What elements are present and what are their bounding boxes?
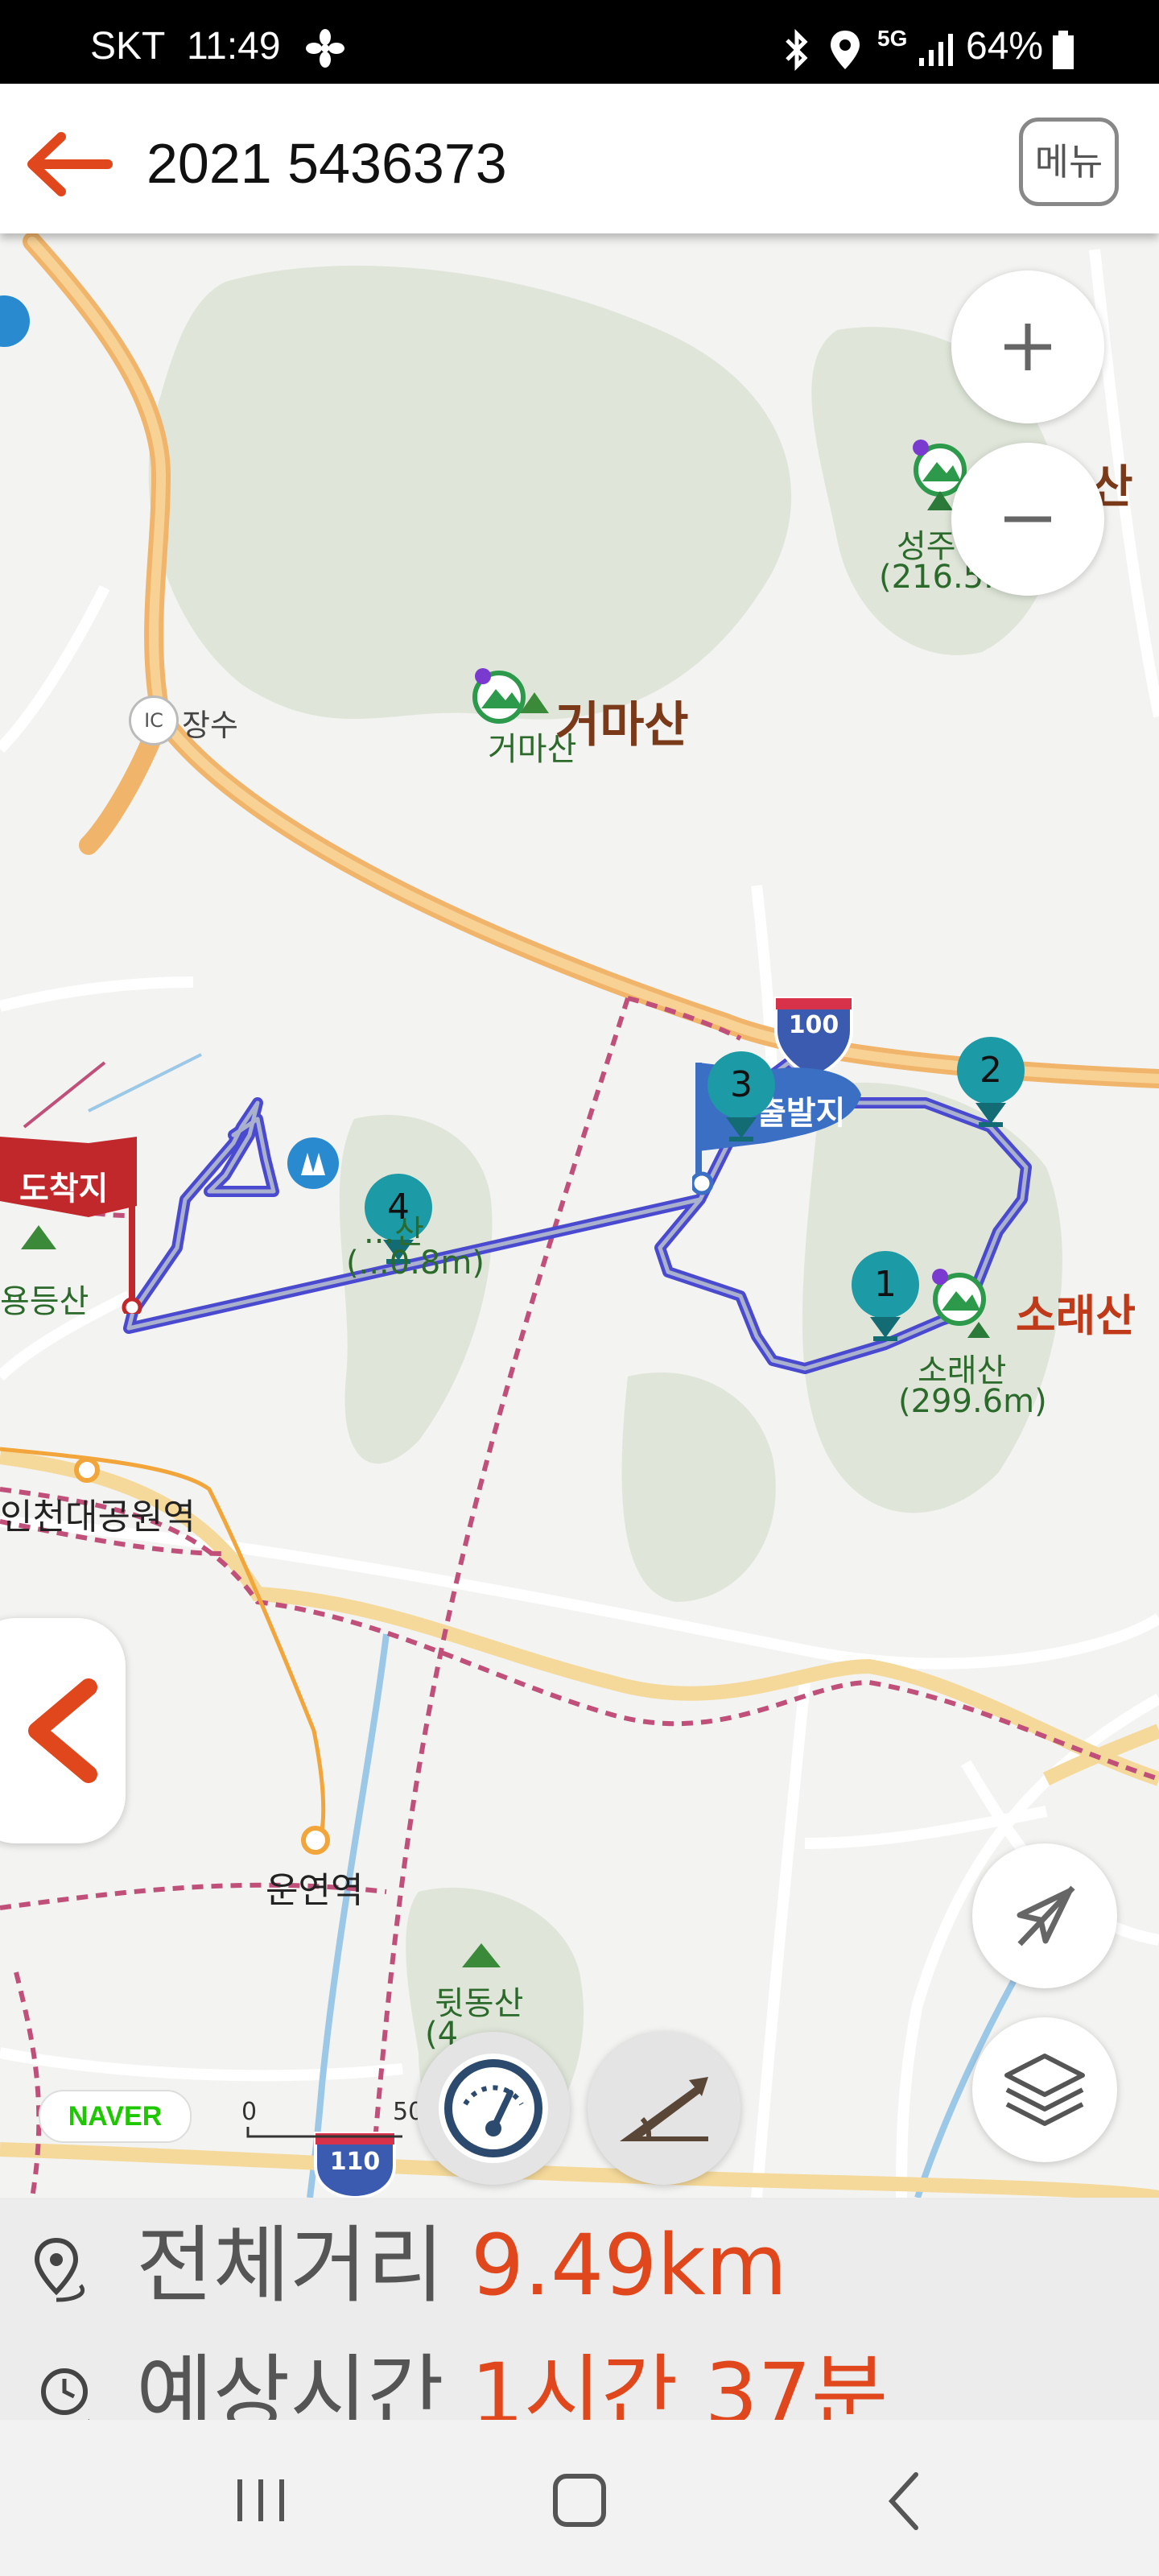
plus-icon (1004, 324, 1051, 370)
map-label-soraesan: 소래산 (1016, 1290, 1136, 1341)
zoom-in-button[interactable] (951, 270, 1104, 423)
slope-icon (620, 2077, 708, 2141)
collapse-panel-button[interactable] (0, 1618, 126, 1843)
map-label-yongdeungsan: 용등산 (0, 1283, 89, 1320)
mountain-icon (470, 668, 559, 728)
speedometer-icon (439, 2054, 548, 2163)
page-title: 2021 5436373 (146, 132, 507, 195)
map-label-station-unyeon: 운연역 (266, 1870, 364, 1911)
back-button[interactable] (21, 130, 118, 198)
map-label-peak4-height: (...0.8m) (346, 1245, 485, 1282)
map-label-soraesan-height: (299.6m) (898, 1383, 1047, 1420)
waypoint-marker-2[interactable]: 2 (955, 1035, 1027, 1132)
network-type: 5G (877, 26, 908, 51)
home-icon (553, 2474, 606, 2527)
recent-apps-icon (237, 2479, 284, 2521)
arrival-flag-label: 도착지 (19, 1170, 109, 1208)
highway-110-label: 110 (329, 2148, 381, 2176)
peak-triangle-icon (21, 1225, 56, 1253)
system-back-icon (888, 2472, 918, 2530)
mountain-icon (927, 1267, 1000, 1351)
distance-value: 9.49km (470, 2216, 787, 2314)
status-bar: SKT 11:49 5G 64% (0, 0, 1159, 84)
waypoint-marker-3[interactable]: 3 (705, 1050, 777, 1146)
carrier-label: SKT (90, 25, 166, 68)
waypoint-marker-1[interactable]: 1 (849, 1249, 922, 1346)
layers-button[interactable] (972, 2017, 1117, 2162)
minus-icon (1004, 516, 1051, 522)
battery-icon (1051, 29, 1075, 74)
forest-icon (285, 1135, 341, 1195)
naver-logo: NAVER (39, 2090, 192, 2143)
battery-percent: 64% (966, 25, 1044, 68)
layers-icon (1004, 2054, 1085, 2126)
map-label-station-incheon: 인천대공원역 (0, 1496, 196, 1538)
menu-button[interactable]: 메뉴 (1019, 118, 1119, 206)
compass-toggle-button[interactable] (972, 1843, 1117, 1988)
forest-icon (0, 293, 32, 353)
ic-badge: IC (129, 696, 179, 745)
bluetooth-icon (779, 28, 815, 74)
compass-off-icon (1017, 1885, 1075, 1946)
distance-pin-icon (34, 2237, 85, 2302)
signal-icon (918, 31, 958, 71)
system-nav-bar (0, 2420, 1159, 2576)
distance-label: 전체거리 (136, 2216, 444, 2314)
home-button[interactable] (544, 2465, 617, 2537)
recent-apps-button[interactable] (217, 2468, 306, 2533)
highway-100-label: 100 (788, 1011, 839, 1039)
fan-icon (306, 29, 344, 71)
clock: 11:49 (187, 25, 281, 68)
location-icon (829, 29, 861, 74)
map-label-geomasan-peak: 거마산 (488, 731, 577, 768)
chevron-left-icon (28, 1678, 97, 1783)
route-summary-panel: 전체거리 9.49km 예상시간 1시간 37분 (0, 2198, 1159, 2442)
scale-zero: 0 (241, 2098, 258, 2126)
speedometer-button[interactable] (417, 2032, 570, 2185)
map-label-jangsu: 장수 (182, 708, 238, 743)
slope-button[interactable] (588, 2032, 740, 2185)
zoom-out-button[interactable] (951, 443, 1104, 596)
distance-row: 전체거리 9.49km (32, 2217, 787, 2314)
peak-triangle-icon (462, 1943, 501, 1971)
map-view[interactable]: 도착지 출발지 1 2 3 4 IC 장수 거마산 거마산 성주 (216.5.… (0, 233, 1159, 2198)
app-bar: 2021 5436373 메뉴 (0, 84, 1159, 233)
back-arrow-icon (27, 132, 113, 196)
system-back-button[interactable] (869, 2465, 942, 2537)
